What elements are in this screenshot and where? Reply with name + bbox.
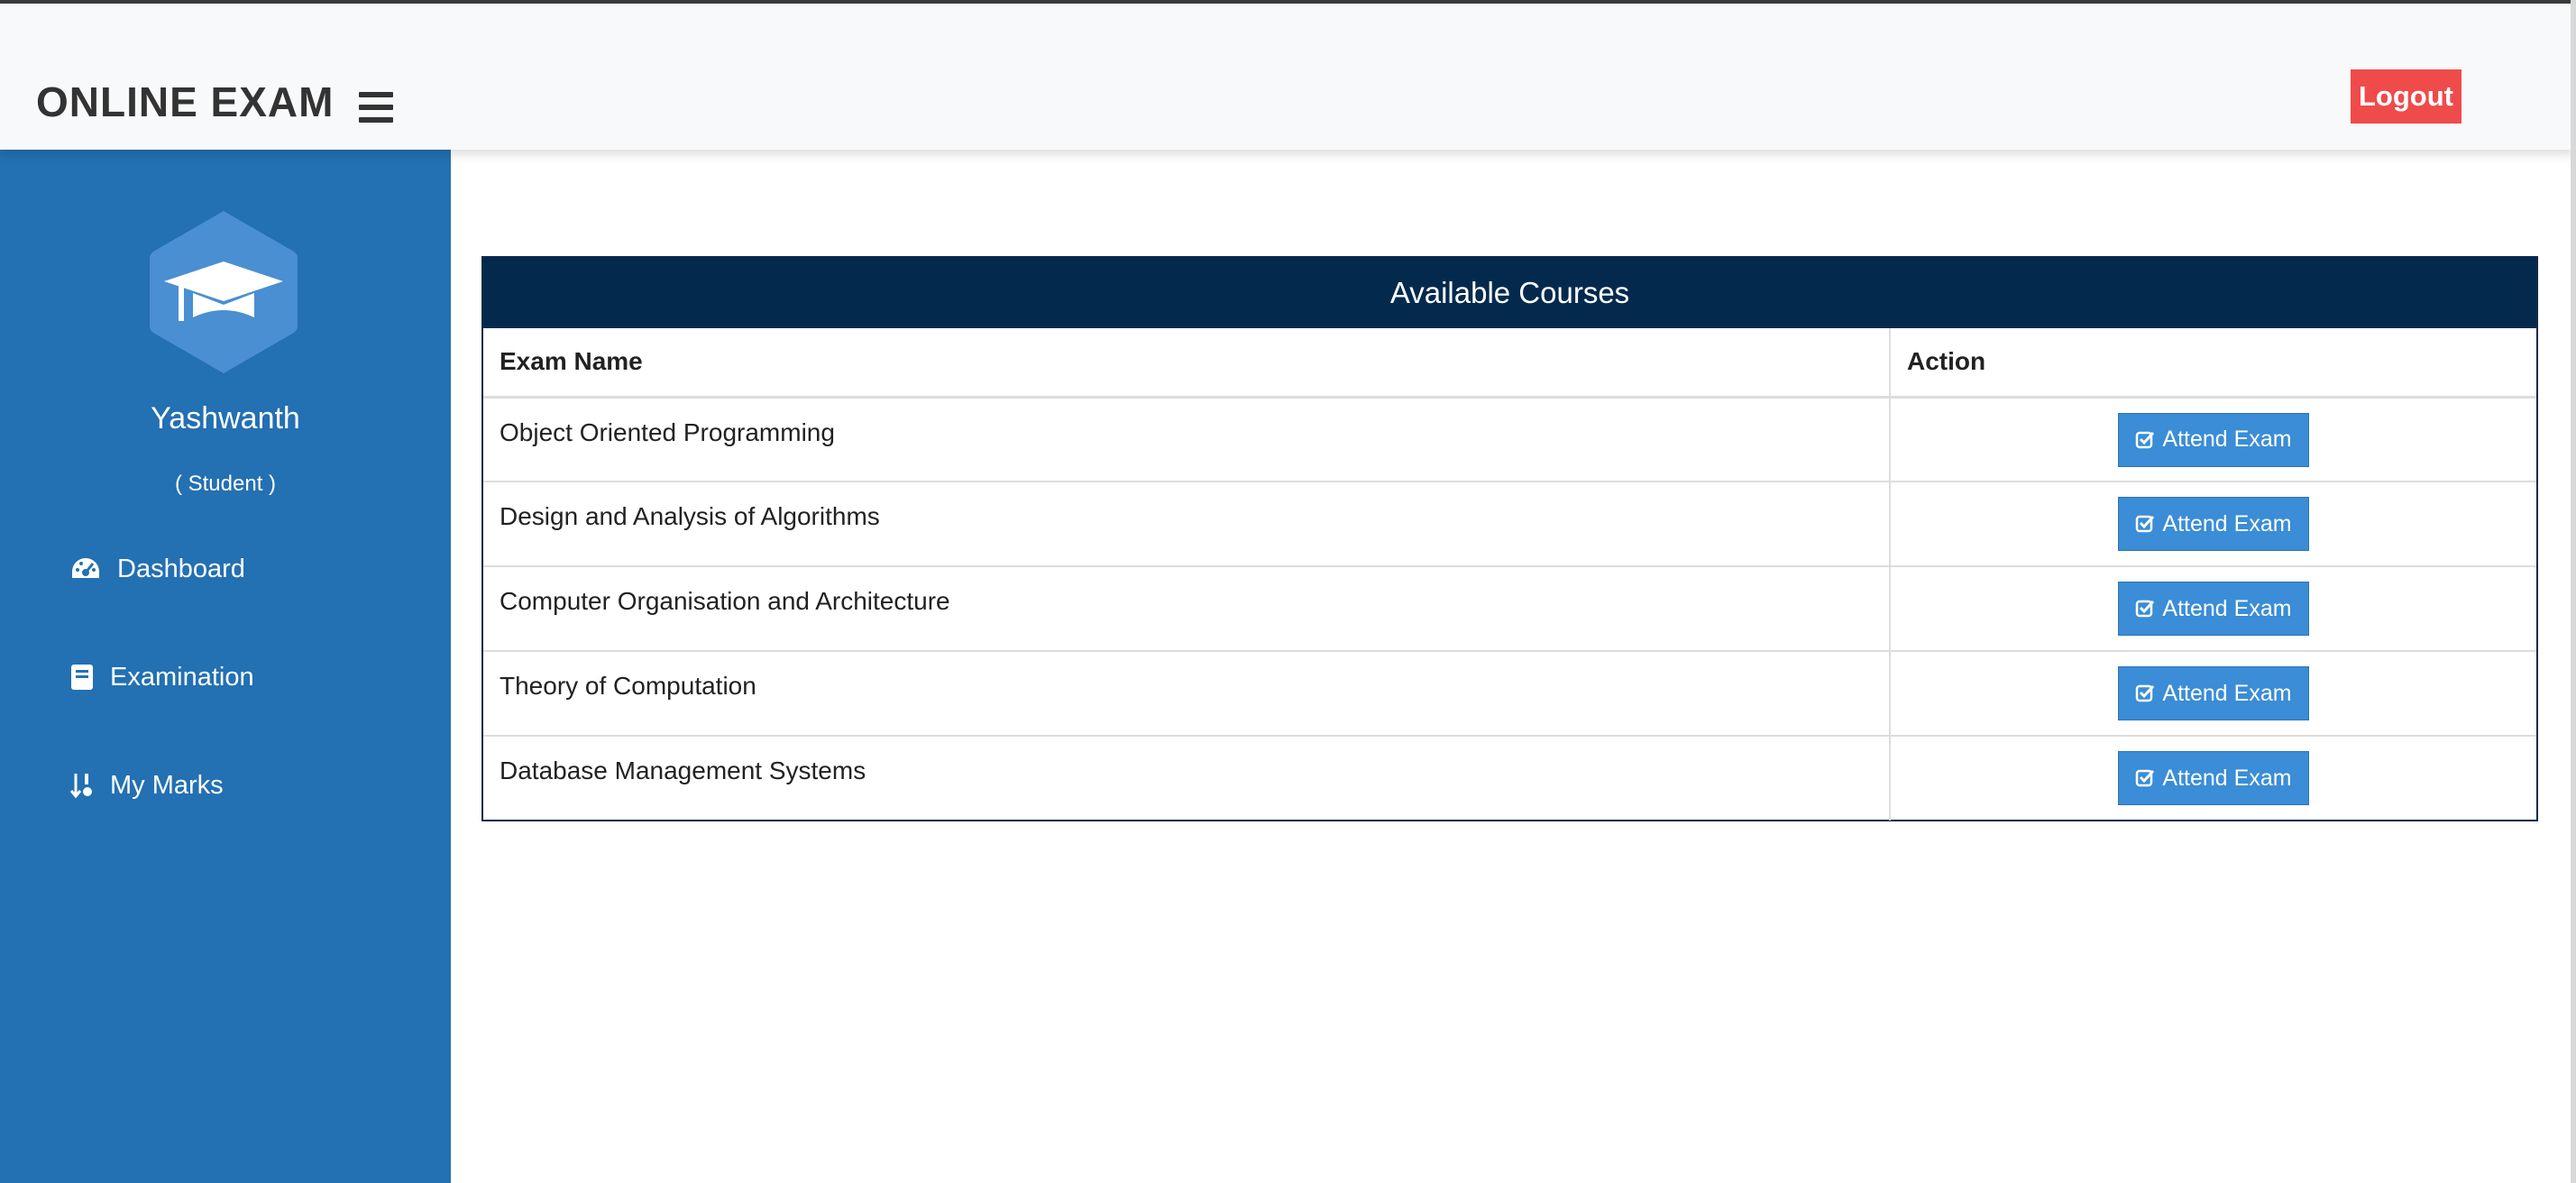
user-name: Yashwanth (151, 401, 300, 436)
attend-exam-label: Attend Exam (2162, 680, 2292, 706)
attend-exam-label: Attend Exam (2162, 426, 2292, 452)
exam-name-cell: Database Management Systems (483, 736, 1891, 821)
attend-exam-button[interactable]: Attend Exam (2118, 666, 2309, 720)
sidebar-item-label: Examination (110, 662, 254, 692)
attend-exam-label: Attend Exam (2162, 510, 2292, 536)
brand-title: ONLINE EXAM (36, 78, 335, 125)
table-row: Computer Organisation and Architecture A… (483, 566, 2536, 652)
page: ONLINE EXAM Logout Yashwanth ( Student ) (0, 0, 2576, 1183)
action-cell: Attend Exam (1890, 736, 2536, 821)
check-square-icon (2136, 600, 2155, 618)
attend-exam-button[interactable]: Attend Exam (2118, 582, 2309, 636)
sidebar-item-examination[interactable]: Examination (70, 655, 254, 700)
window-edge (2571, 0, 2576, 1183)
sidebar-item-dashboard[interactable]: Dashboard (70, 546, 245, 592)
check-square-icon (2136, 684, 2155, 702)
sidebar-item-my-marks[interactable]: My Marks (70, 763, 224, 808)
exam-name-cell: Design and Analysis of Algorithms (483, 481, 1891, 567)
column-header-action: Action (1890, 328, 2536, 399)
check-square-icon (2136, 769, 2155, 787)
action-cell: Attend Exam (1890, 651, 2536, 737)
sidebar: Yashwanth ( Student ) Dashboard Examinat… (0, 150, 451, 1183)
action-cell: Attend Exam (1890, 566, 2536, 652)
exam-name-cell: Theory of Computation (483, 651, 1891, 737)
sidebar-item-label: Dashboard (117, 554, 245, 583)
attend-exam-label: Attend Exam (2162, 765, 2292, 791)
action-cell: Attend Exam (1890, 397, 2536, 482)
table-row: Database Management Systems Attend Exam (483, 736, 2536, 821)
action-cell: Attend Exam (1890, 481, 2536, 567)
check-square-icon (2136, 431, 2155, 448)
user-role: ( Student ) (174, 472, 277, 496)
table-title: Available Courses (483, 258, 2536, 328)
top-navbar: ONLINE EXAM Logout (0, 0, 2576, 150)
exam-name-cell: Computer Organisation and Architecture (483, 566, 1891, 652)
dashboard-gauge-icon (72, 558, 99, 578)
logout-button[interactable]: Logout (2351, 69, 2461, 124)
attend-exam-button[interactable]: Attend Exam (2118, 497, 2309, 551)
book-icon (71, 665, 93, 690)
table-row: Theory of Computation Attend Exam (483, 651, 2536, 737)
exam-name-cell: Object Oriented Programming (483, 397, 1891, 482)
sort-numeric-icon (70, 774, 92, 799)
available-courses-table: Available Courses Exam Name Action Objec… (481, 256, 2538, 821)
graduation-cap-avatar-icon (150, 209, 298, 375)
table-row: Design and Analysis of Algorithms Attend… (483, 481, 2536, 567)
sidebar-item-label: My Marks (110, 770, 224, 800)
hamburger-menu-icon[interactable] (359, 92, 393, 123)
attend-exam-label: Attend Exam (2162, 595, 2292, 621)
table-row: Object Oriented Programming Attend Exam (483, 397, 2536, 482)
column-header-exam-name: Exam Name (483, 328, 1891, 399)
attend-exam-button[interactable]: Attend Exam (2118, 751, 2309, 805)
check-square-icon (2136, 515, 2155, 533)
attend-exam-button[interactable]: Attend Exam (2118, 412, 2309, 467)
